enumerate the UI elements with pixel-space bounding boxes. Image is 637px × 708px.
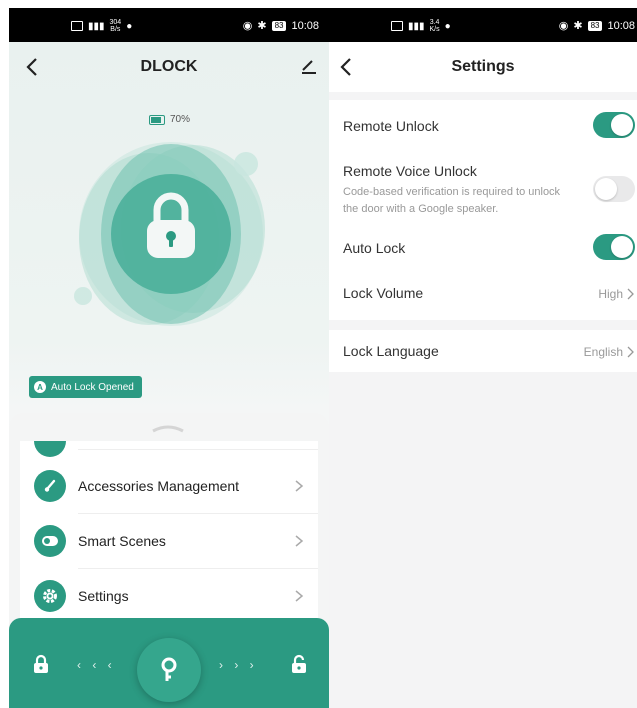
menu-card: Accessories Management Smart Scenes Sett… xyxy=(20,441,318,631)
settings-group: Remote Unlock Remote Voice Unlock Code-b… xyxy=(329,100,637,320)
key-icon xyxy=(161,657,177,681)
back-icon[interactable] xyxy=(335,52,361,82)
settings-group: Lock Language English xyxy=(329,330,637,372)
setting-remote-unlock: Remote Unlock xyxy=(329,100,637,150)
signal-icon: ▮▮▮ xyxy=(88,20,105,32)
nav-bar: DLOCK xyxy=(9,42,329,92)
wechat-icon: ● xyxy=(444,20,451,32)
setting-description: Code-based verification is required to u… xyxy=(343,186,561,215)
remote-voice-unlock-toggle[interactable] xyxy=(593,176,635,202)
setting-label: Lock Language xyxy=(343,343,439,359)
battery-percent: 70% xyxy=(170,114,191,125)
edit-icon[interactable] xyxy=(299,56,319,76)
right-screen: ▮▮▮ 3.4 K/s ● ◉ ✱ 83 10:08 Settings Remot… xyxy=(329,8,637,708)
setting-remote-voice-unlock: Remote Voice Unlock Code-based verificat… xyxy=(329,150,637,226)
menu-item-settings[interactable]: Settings xyxy=(20,569,318,623)
menu-item-accessories[interactable]: Accessories Management xyxy=(20,459,318,513)
back-icon[interactable] xyxy=(21,52,47,82)
left-screen: 70% ▮▮▮ 304 B/s ● ◉ ✱ 83 10:08 DLOCK A A… xyxy=(9,8,329,708)
setting-value: High xyxy=(598,287,623,301)
lock-icon[interactable] xyxy=(33,654,49,674)
menu-item-label: Accessories Management xyxy=(78,478,240,494)
key-button[interactable] xyxy=(137,638,201,702)
clock: 10:08 xyxy=(607,19,635,32)
lock-illustration[interactable] xyxy=(71,134,271,334)
chevron-right-icon xyxy=(295,590,304,602)
status-badge-label: Auto Lock Opened xyxy=(51,381,134,393)
auto-icon: A xyxy=(34,381,46,393)
clock: 10:08 xyxy=(291,19,319,32)
sheet-handle[interactable] xyxy=(151,425,185,433)
battery-icon xyxy=(149,114,165,125)
chevron-right-icon xyxy=(295,535,304,547)
eye-icon: ◉ xyxy=(558,20,569,32)
setting-label: Lock Volume xyxy=(343,285,424,301)
setting-lock-language[interactable]: Lock Language English xyxy=(329,330,637,372)
chevron-right-icon xyxy=(627,346,634,358)
status-badge: A Auto Lock Opened xyxy=(29,376,142,398)
battery-status: 83 xyxy=(271,20,287,31)
partial-menu-icon xyxy=(34,441,66,457)
eye-icon: ◉ xyxy=(242,20,253,32)
bluetooth-icon: ✱ xyxy=(257,20,267,32)
gear-icon xyxy=(34,580,66,612)
nav-bar: Settings xyxy=(329,42,637,92)
menu-item-label: Smart Scenes xyxy=(78,533,166,549)
auto-lock-toggle[interactable] xyxy=(593,234,635,260)
menu-item-smart-scenes[interactable]: Smart Scenes xyxy=(20,514,318,568)
page-title: DLOCK xyxy=(140,58,198,75)
remote-unlock-toggle[interactable] xyxy=(593,112,635,138)
network-speed: 304 B/s xyxy=(109,19,122,33)
page-title: Settings xyxy=(451,58,515,75)
notification-icon xyxy=(71,21,83,31)
wechat-icon: ● xyxy=(126,20,133,32)
unlock-bar: ‹ ‹ ‹ › › › xyxy=(9,618,329,708)
setting-auto-lock: Auto Lock xyxy=(329,226,637,272)
network-speed: 3.4 K/s xyxy=(429,19,440,33)
setting-label: Remote Voice Unlock xyxy=(343,163,477,179)
chevron-right-icon xyxy=(295,480,304,492)
status-bar: ▮▮▮ 304 B/s ● ◉ ✱ 83 10:08 xyxy=(9,8,329,42)
chevron-right-icon xyxy=(627,288,634,300)
toggle-icon xyxy=(34,525,66,557)
menu-item-label: Settings xyxy=(78,588,129,604)
setting-label: Auto Lock xyxy=(343,240,406,256)
lock-hero: 70% xyxy=(9,42,329,412)
battery-indicator: 70% xyxy=(149,114,190,125)
unlock-icon[interactable] xyxy=(291,654,307,674)
swipe-right-arrows: › › › xyxy=(219,658,258,672)
setting-lock-volume[interactable]: Lock Volume High xyxy=(329,272,637,318)
swipe-left-arrows: ‹ ‹ ‹ xyxy=(77,658,116,672)
brush-icon xyxy=(34,470,66,502)
divider xyxy=(78,449,318,450)
status-bar: ▮▮▮ 3.4 K/s ● ◉ ✱ 83 10:08 xyxy=(329,8,637,42)
battery-status: 83 xyxy=(587,20,603,31)
signal-icon: ▮▮▮ xyxy=(408,20,425,32)
bluetooth-icon: ✱ xyxy=(573,20,583,32)
notification-icon xyxy=(391,21,403,31)
setting-label: Remote Unlock xyxy=(343,118,439,134)
setting-value: English xyxy=(583,345,623,359)
